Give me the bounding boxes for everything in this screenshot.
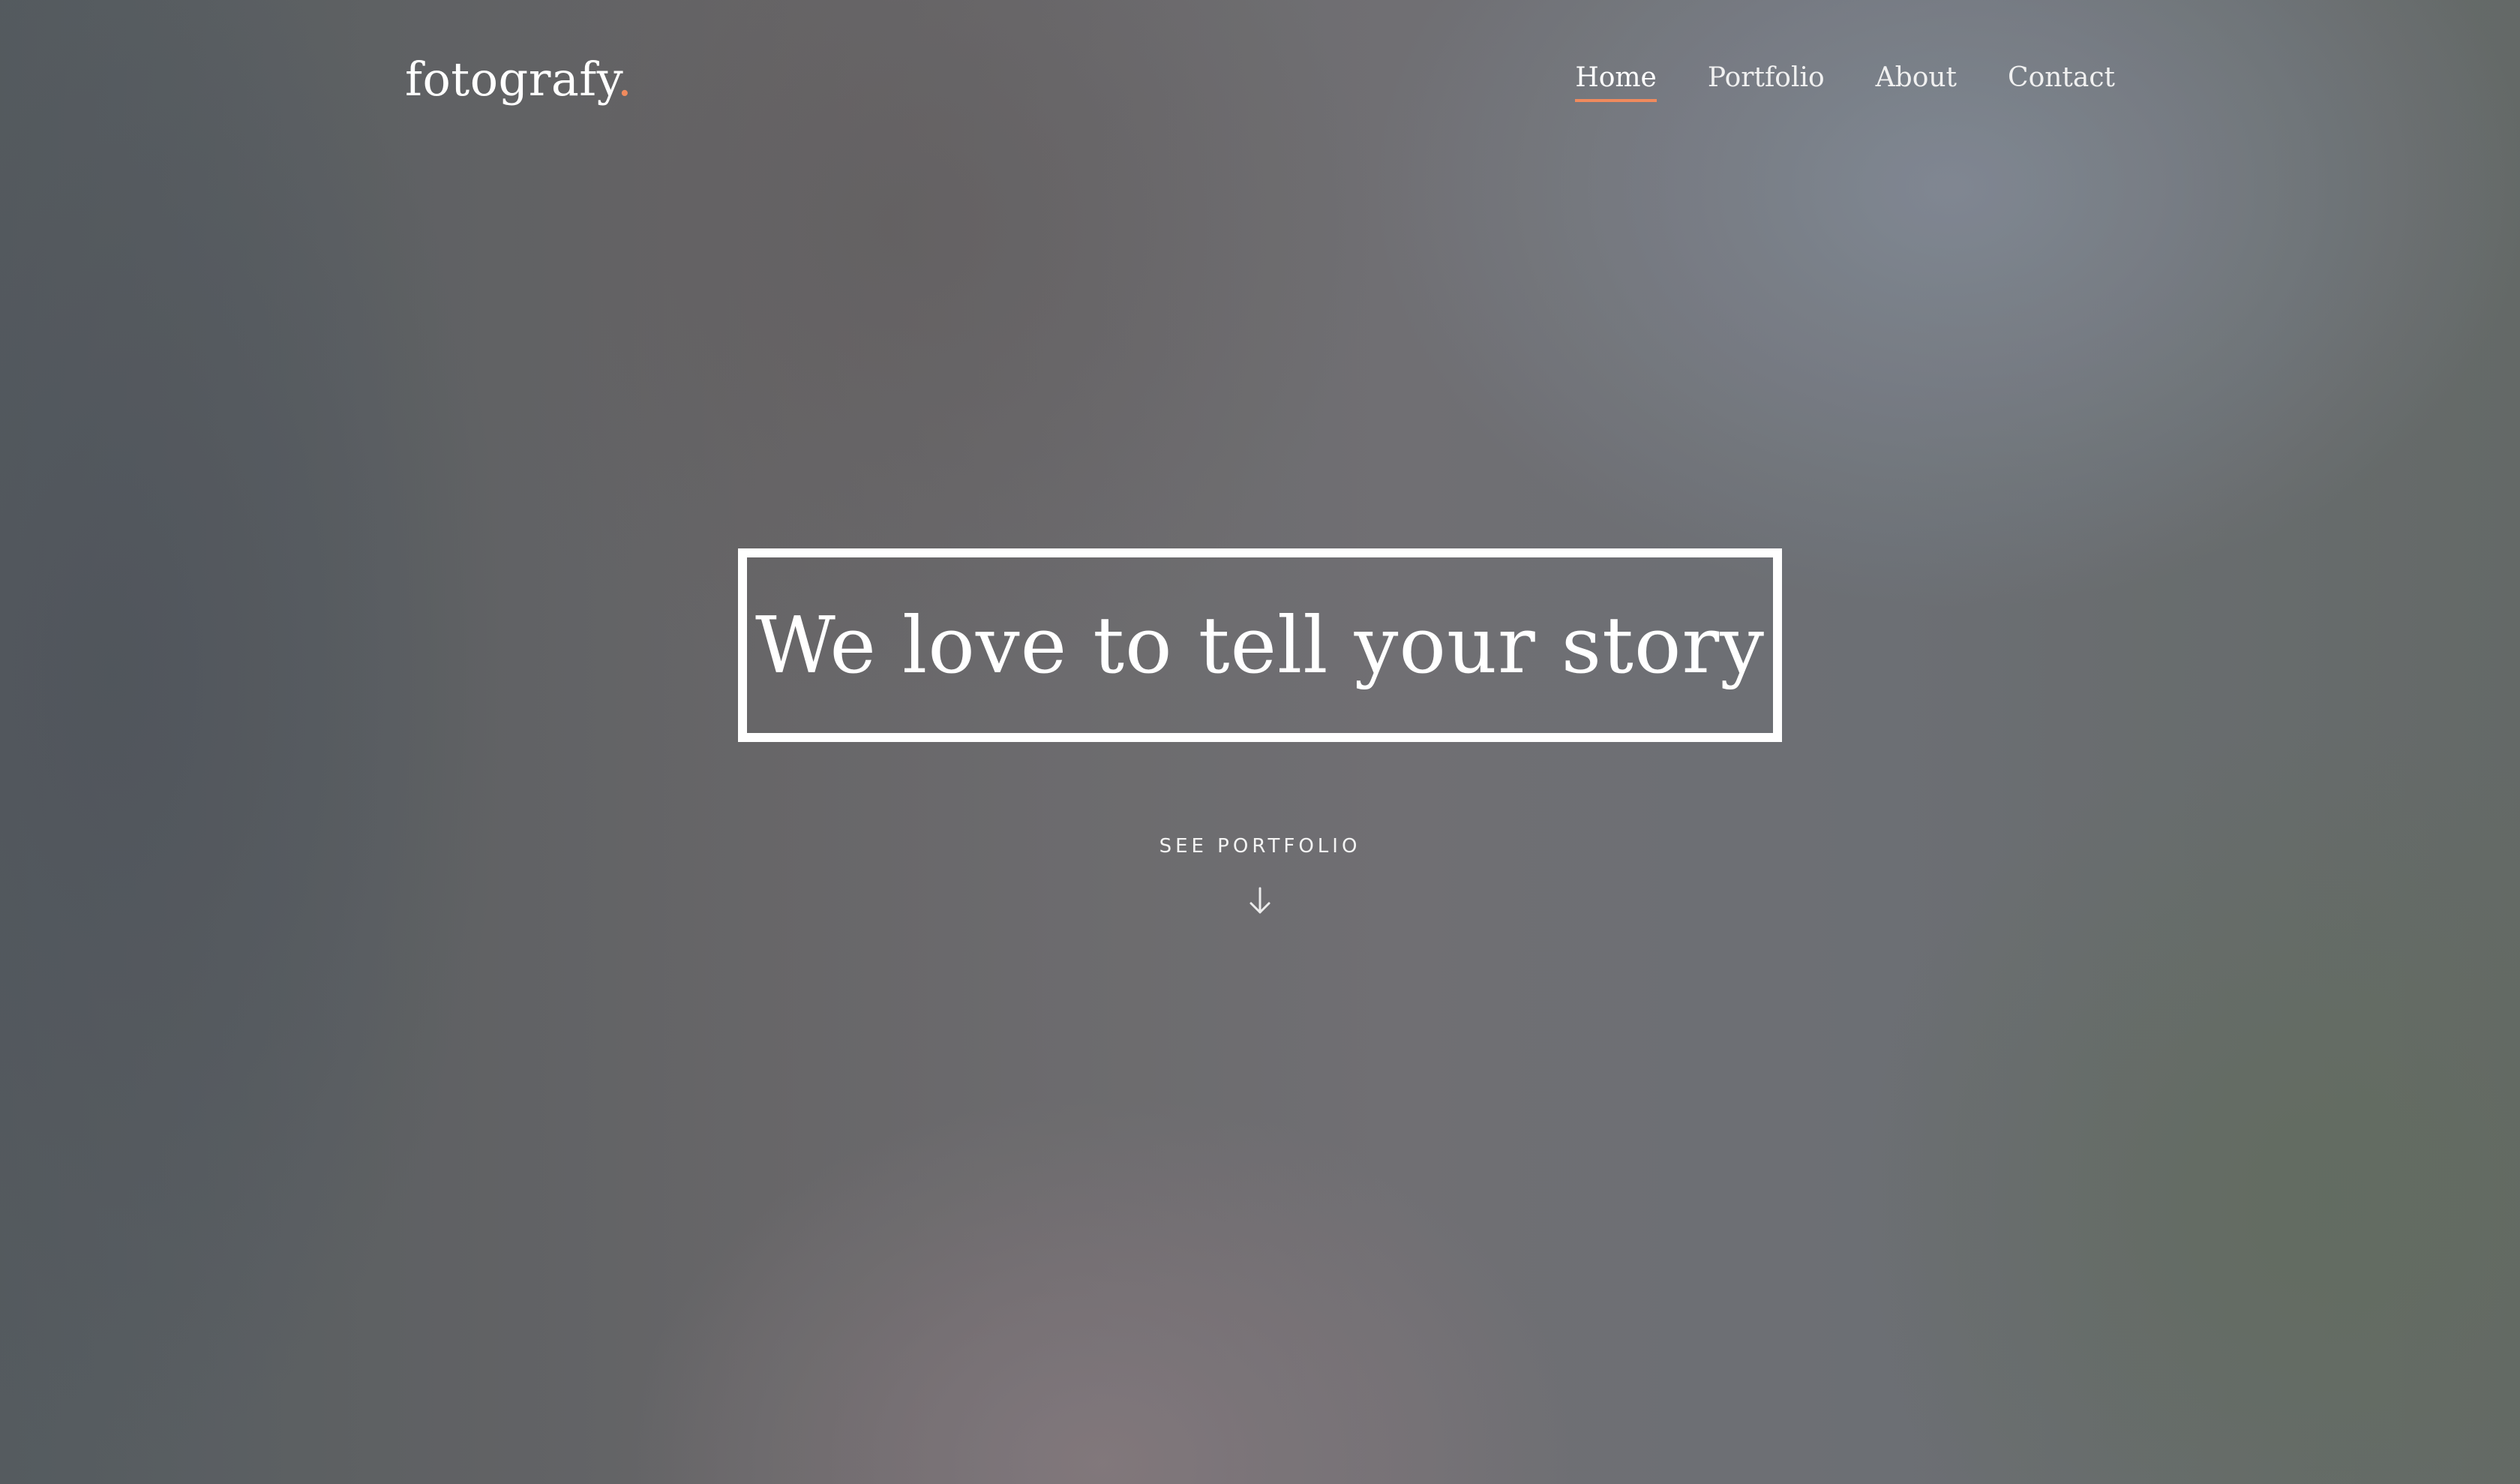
hero-headline-frame: We love to tell your story (738, 548, 1782, 742)
nav-link-about[interactable]: About (1876, 57, 1957, 99)
active-nav-underline (1575, 99, 1657, 102)
nav-link-portfolio[interactable]: Portfolio (1708, 57, 1825, 99)
nav-link-contact[interactable]: Contact (2008, 57, 2115, 99)
main-nav: Home Portfolio About Contact (1575, 57, 2115, 102)
logo-accent-dot: . (617, 52, 633, 107)
nav-link-home[interactable]: Home (1575, 57, 1657, 102)
hero-overlay (0, 0, 2520, 1484)
nav-link-portfolio-label: Portfolio (1707, 62, 1825, 93)
see-portfolio-link[interactable]: SEE PORTFOLIO (1035, 824, 1485, 915)
site-header: fotografy. Home Portfolio About Contact (0, 0, 2520, 158)
nav-link-home-label: Home (1575, 62, 1657, 93)
site-logo[interactable]: fotografy. (405, 50, 632, 110)
nav-link-contact-label: Contact (2008, 62, 2115, 93)
nav-link-about-label: About (1875, 62, 1958, 93)
arrow-down-icon (1250, 887, 1270, 914)
see-portfolio-label: SEE PORTFOLIO (1159, 835, 1361, 858)
logo-text: fotografy (405, 52, 618, 107)
hero-headline: We love to tell your story (754, 599, 1765, 691)
